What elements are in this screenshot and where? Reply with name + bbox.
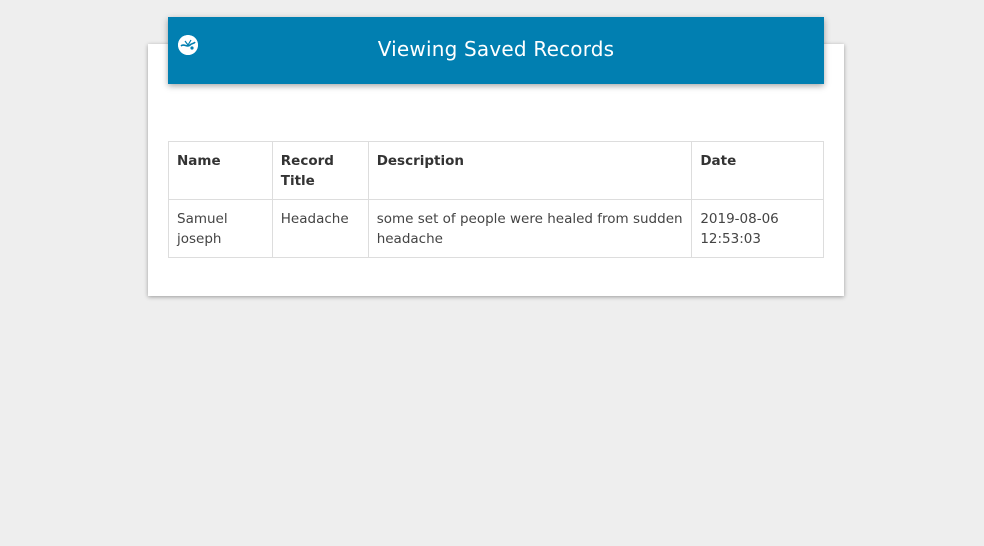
cell-name: Samuel joseph [168, 199, 273, 258]
table-row: Samuel joseph Headache some set of peopl… [168, 199, 824, 258]
cell-record-title: Headache [271, 199, 369, 258]
cell-date: 2019-08-06 12:53:03 [691, 199, 824, 258]
page-header: Viewing Saved Records [168, 17, 824, 84]
column-header-record-title: Record Title [271, 141, 369, 200]
column-header-date: Date [691, 141, 824, 200]
cell-description: some set of people were healed from sudd… [367, 199, 693, 258]
records-table: Name Record Title Description Date Samue… [168, 141, 824, 258]
column-header-name: Name [168, 141, 273, 200]
page-title: Viewing Saved Records [377, 37, 615, 61]
table-header-row: Name Record Title Description Date [168, 141, 824, 200]
column-header-description: Description [367, 141, 693, 200]
